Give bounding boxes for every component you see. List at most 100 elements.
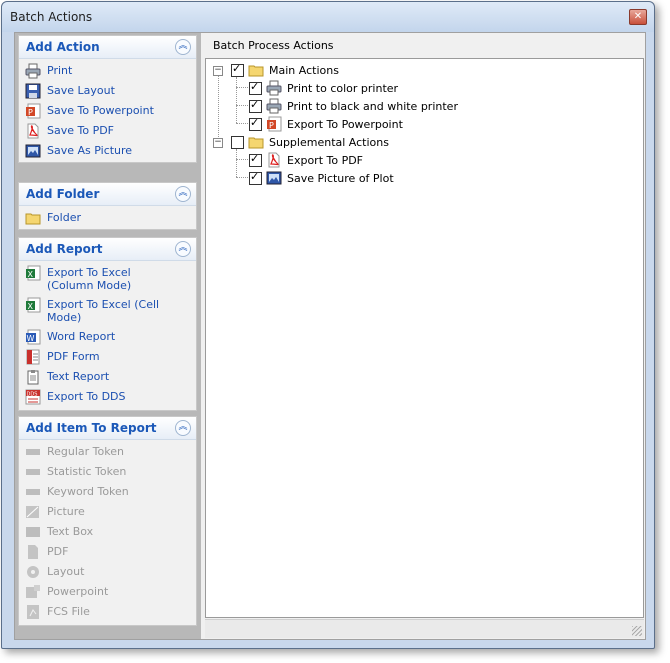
collapse-icon[interactable]: ︽: [175, 420, 191, 436]
pdf-icon: [28, 545, 38, 559]
add-item-pdf[interactable]: PDF: [25, 543, 191, 561]
item-label: Picture: [47, 505, 85, 518]
add-action-print[interactable]: Print: [25, 62, 191, 80]
supplemental-actions-checkbox[interactable]: [231, 136, 244, 149]
actions-tree[interactable]: − Main Actions Print to color printer Pr…: [205, 58, 644, 618]
batch-process-panel: Batch Process Actions − Main Actions: [205, 34, 644, 638]
item-label: Export To DDS: [47, 390, 126, 403]
export-pdf-checkbox[interactable]: [249, 152, 262, 167]
folder-icon: [248, 65, 264, 77]
tree-node-save-picture[interactable]: Save Picture of Plot: [210, 169, 510, 187]
add-report-excel-column[interactable]: X Export To Excel (Column Mode): [25, 264, 191, 294]
add-item-layout[interactable]: Layout: [25, 563, 191, 581]
floppy-disk-icon: [25, 83, 41, 99]
tree-node-label: Print to color printer: [287, 82, 399, 95]
printer-icon: [25, 63, 41, 79]
add-report-header[interactable]: Add Report ︽: [19, 238, 196, 261]
add-item-statistic-token[interactable]: Statistic Token: [25, 463, 191, 481]
collapse-icon[interactable]: ︽: [175, 39, 191, 55]
add-report-dds[interactable]: DDS Export To DDS: [25, 388, 191, 406]
save-picture-checkbox[interactable]: [249, 170, 262, 185]
picture-icon: [25, 144, 41, 158]
status-bar: [205, 619, 644, 638]
folder-icon: [248, 137, 264, 149]
add-folder-group: Add Folder ︽ Folder: [18, 182, 197, 230]
item-label: Word Report: [47, 330, 116, 343]
add-item-regular-token[interactable]: Regular Token: [25, 443, 191, 461]
svg-text:P: P: [269, 121, 274, 130]
add-report-title: Add Report: [26, 242, 103, 256]
tree-node-main-actions[interactable]: − Main Actions: [210, 61, 510, 79]
add-report-text[interactable]: Text Report: [25, 368, 191, 386]
item-label: Statistic Token: [47, 465, 127, 478]
add-item-fcs-file[interactable]: FCS File: [25, 603, 191, 621]
collapse-icon[interactable]: −: [213, 138, 223, 148]
collapse-icon[interactable]: ︽: [175, 241, 191, 257]
tree-node-label: Supplemental Actions: [269, 136, 389, 149]
resize-grip-icon[interactable]: [632, 626, 642, 636]
main-actions-checkbox[interactable]: [231, 62, 244, 77]
close-button[interactable]: ✕: [629, 9, 647, 25]
fcs-file-icon: [27, 605, 39, 619]
print-color-checkbox[interactable]: [249, 80, 262, 95]
tree-node-print-bw[interactable]: Print to black and white printer: [210, 97, 510, 115]
svg-text:X: X: [28, 302, 34, 311]
tree-node-export-powerpoint[interactable]: P Export To Powerpoint: [210, 115, 510, 133]
printer-icon: [266, 98, 282, 114]
item-label: Layout: [47, 565, 85, 578]
tree-node-export-pdf[interactable]: Export To PDF: [210, 151, 510, 169]
powerpoint-icon: [26, 585, 40, 598]
add-item-to-report-header[interactable]: Add Item To Report ︽: [19, 417, 196, 440]
tree-node-label: Export To Powerpoint: [287, 118, 403, 131]
svg-text:DDS: DDS: [27, 392, 38, 398]
item-label: Save Layout: [47, 84, 115, 97]
add-action-save-layout[interactable]: Save Layout: [25, 82, 191, 100]
add-folder-folder[interactable]: Folder: [25, 209, 191, 227]
batch-actions-window: Batch Actions ✕ Add Action ︽ Print Save …: [1, 1, 655, 649]
item-label: Folder: [47, 211, 81, 224]
add-item-picture[interactable]: Picture: [25, 503, 191, 521]
tree-node-supplemental-actions[interactable]: − Supplemental Actions: [210, 133, 510, 151]
picture-icon: [26, 506, 39, 518]
add-report-word[interactable]: W Word Report: [25, 328, 191, 346]
add-folder-header[interactable]: Add Folder ︽: [19, 183, 196, 206]
item-label: Regular Token: [47, 445, 124, 458]
add-action-save-powerpoint[interactable]: P Save To Powerpoint: [25, 102, 191, 120]
add-item-to-report-group: Add Item To Report ︽ Regular Token Stati…: [18, 416, 197, 626]
item-label: Save As Picture: [47, 144, 133, 157]
add-report-excel-cell[interactable]: X Export To Excel (Cell Mode): [25, 296, 191, 326]
add-report-pdf-form[interactable]: PDF Form: [25, 348, 191, 366]
svg-text:W: W: [27, 334, 35, 343]
item-label: Print: [47, 64, 73, 77]
item-label: PDF: [47, 545, 69, 558]
item-label: Export To Excel (Column Mode): [47, 266, 132, 292]
add-action-save-pdf[interactable]: Save To PDF: [25, 122, 191, 140]
word-icon: W: [26, 329, 41, 345]
add-folder-title: Add Folder: [26, 187, 100, 201]
dds-icon: DDS: [25, 389, 41, 405]
tree-node-label: Export To PDF: [287, 154, 364, 167]
collapse-icon[interactable]: ︽: [175, 186, 191, 202]
close-icon: ✕: [633, 11, 643, 22]
tree-node-label: Save Picture of Plot: [287, 172, 394, 185]
token-icon: [26, 469, 40, 475]
item-label: Export To Excel (Cell Mode): [47, 298, 160, 324]
tree-node-print-color[interactable]: Print to color printer: [210, 79, 510, 97]
powerpoint-icon: P: [26, 103, 41, 119]
collapse-icon[interactable]: −: [213, 66, 223, 76]
add-item-text-box[interactable]: Text Box: [25, 523, 191, 541]
add-action-save-picture[interactable]: Save As Picture: [25, 142, 191, 160]
add-item-keyword-token[interactable]: Keyword Token: [25, 483, 191, 501]
add-item-powerpoint[interactable]: Powerpoint: [25, 583, 191, 601]
add-action-header[interactable]: Add Action ︽: [19, 36, 196, 59]
export-powerpoint-checkbox[interactable]: [249, 116, 262, 131]
pdf-form-icon: [26, 349, 40, 365]
excel-icon: X: [26, 297, 41, 313]
tree-node-label: Print to black and white printer: [287, 100, 458, 113]
print-bw-checkbox[interactable]: [249, 98, 262, 113]
title-bar[interactable]: Batch Actions ✕: [2, 2, 654, 32]
printer-icon: [266, 80, 282, 96]
svg-text:P: P: [28, 108, 33, 117]
item-label: Save To Powerpoint: [47, 104, 154, 117]
pdf-icon: [27, 123, 39, 139]
